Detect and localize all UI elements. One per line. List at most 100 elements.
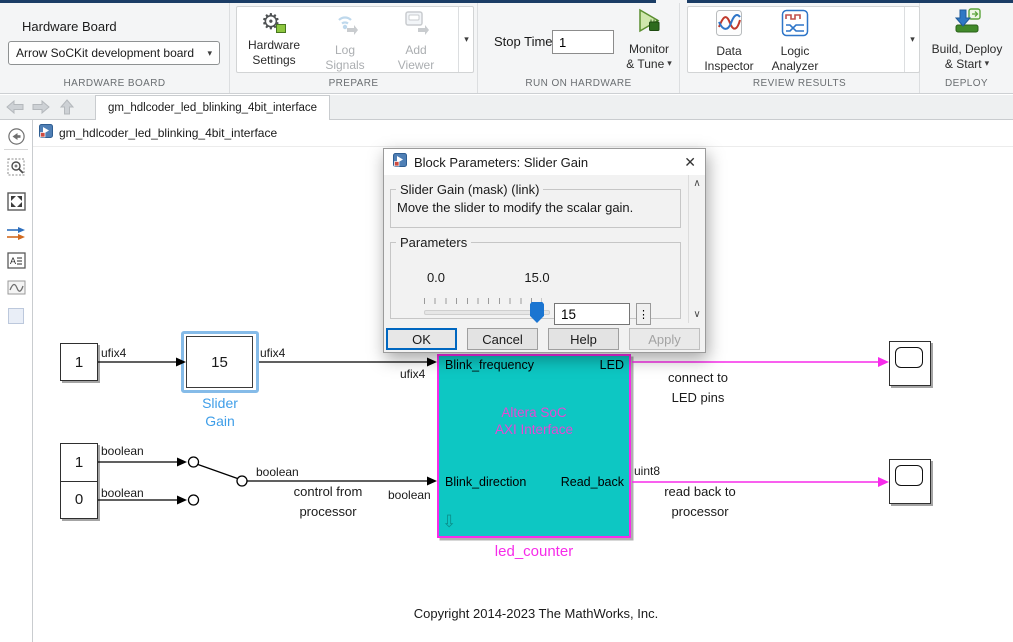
subsystem-name-label: led_counter <box>437 542 631 562</box>
data-inspector-button[interactable]: Data Inspector <box>695 9 763 73</box>
button-label-line: & Tune <box>626 57 664 72</box>
logic-analyzer-button[interactable]: Logic Analyzer <box>761 9 829 73</box>
model-tab-bar: gm_hdlcoder_led_blinking_4bit_interface <box>0 95 1013 120</box>
mask-description: Move the slider to modify the scalar gai… <box>391 197 680 215</box>
slider-ticks <box>424 298 542 304</box>
section-review-results: Data Inspector Logic Analyzer <box>680 3 920 93</box>
signal-type-label: uint8 <box>634 464 660 478</box>
hardware-board-select[interactable]: Arrow SoCKit development board ▾ <box>8 41 220 65</box>
block-parameters-dialog: Block Parameters: Slider Gain ✕ Slider G… <box>383 148 706 353</box>
button-label-line: Analyzer <box>772 59 819 74</box>
signal-type-label: boolean <box>101 444 144 458</box>
toolstrip: Hardware Board Arrow SoCKit development … <box>0 0 1013 94</box>
parameters-group: Parameters 0.0 15.0 ⋮ <box>390 235 681 319</box>
constant-block-ufix4[interactable]: 1 <box>60 343 98 381</box>
help-button[interactable]: Help <box>548 328 619 350</box>
subsystem-arrow-icon[interactable]: ⇩ <box>442 512 456 532</box>
add-viewer-button[interactable]: Add Viewer <box>383 9 449 72</box>
chevron-down-icon: ▾ <box>667 59 672 68</box>
boolean-constants-block[interactable]: 1 0 <box>60 443 98 519</box>
button-label-line: Monitor <box>629 42 669 57</box>
annotation-control: control fromprocessor <box>268 482 388 522</box>
logic-analyzer-icon <box>781 9 809 42</box>
forward-button[interactable] <box>32 100 50 119</box>
scroll-down-icon[interactable]: ∨ <box>689 309 705 320</box>
chevron-down-icon: ▾ <box>985 59 990 68</box>
gain-display-value: 15 <box>211 354 228 371</box>
button-label-line: Build, Deploy <box>932 42 1003 57</box>
monitor-tune-icon <box>635 7 663 40</box>
section-label-review-results: REVIEW RESULTS <box>680 78 919 89</box>
gain-slider-thumb[interactable] <box>530 302 544 323</box>
constant-value: 1 <box>75 354 83 371</box>
apply-button[interactable]: Apply <box>629 328 700 350</box>
button-label-line: Logic <box>781 44 810 59</box>
scope-block-readback[interactable] <box>889 459 931 504</box>
led-counter-subsystem[interactable]: Blink_frequency LED Blink_direction Read… <box>437 354 631 538</box>
prepare-gallery-arrow[interactable]: ▾ <box>458 7 474 72</box>
section-label-deploy: DEPLOY <box>920 78 1013 89</box>
section-run-on-hardware: Stop Time Monitor & Tune▾ RUN ON HARDWAR… <box>478 3 680 93</box>
copyright-annotation: Copyright 2014-2023 The MathWorks, Inc. <box>380 604 692 624</box>
manual-switch[interactable] <box>185 453 250 508</box>
hardware-settings-button[interactable]: ⚙ Hardware Settings <box>240 9 308 67</box>
cancel-button[interactable]: Cancel <box>467 328 538 350</box>
build-deploy-button[interactable]: Build, Deploy & Start▾ <box>928 7 1006 71</box>
scope-block-led[interactable] <box>889 341 931 386</box>
fit-to-view-tool[interactable] <box>7 192 26 216</box>
log-signals-button[interactable]: Log Signals <box>312 9 378 72</box>
hide-browser-button[interactable] <box>8 128 25 150</box>
signal-type-label: boolean <box>256 465 299 479</box>
port-label-blink-direction: Blink_direction <box>445 475 526 489</box>
up-button[interactable] <box>60 99 74 120</box>
zoom-region-tool[interactable] <box>7 158 26 182</box>
signal-type-label: boolean <box>101 486 144 500</box>
button-label-line: Hardware <box>248 38 300 53</box>
slider-gain-label: SliderGain <box>181 394 259 430</box>
close-icon[interactable]: ✕ <box>684 154 696 171</box>
section-label-prepare: PREPARE <box>230 78 477 89</box>
tab-model[interactable]: gm_hdlcoder_led_blinking_4bit_interface <box>95 95 330 120</box>
chevron-down-icon: ▾ <box>910 35 915 44</box>
button-label-line: Add <box>405 43 426 58</box>
mask-description-group: Slider Gain (mask) (link) Move the slide… <box>390 182 681 228</box>
signal-routing-tool[interactable] <box>6 226 26 246</box>
port-label-blink-frequency: Blink_frequency <box>445 358 534 372</box>
prepare-group: ⚙ Hardware Settings <box>236 6 474 73</box>
hardware-board-label: Hardware Board <box>22 19 117 34</box>
monitor-tune-button[interactable]: Monitor & Tune▾ <box>620 7 678 71</box>
gain-value-input[interactable] <box>554 303 630 325</box>
chip-icon <box>276 24 286 33</box>
signal-type-label: ufix4 <box>101 346 126 360</box>
scroll-up-icon[interactable]: ∧ <box>689 178 705 189</box>
ok-button[interactable]: OK <box>386 328 457 350</box>
subsystem-title: Altera SoCAXI Interface <box>439 404 629 438</box>
review-gallery-arrow[interactable]: ▾ <box>904 7 920 72</box>
slider-gain-block[interactable]: 15 <box>186 336 253 388</box>
area-tool[interactable] <box>8 308 24 324</box>
dialog-scrollbar[interactable]: ∧ ∨ <box>688 175 705 323</box>
breadcrumb: gm_hdlcoder_led_blinking_4bit_interface <box>33 120 1013 147</box>
palette-divider <box>4 149 28 150</box>
button-label-line: Signals <box>325 58 364 73</box>
gain-options-button[interactable]: ⋮ <box>636 303 651 325</box>
button-label-line: Data <box>716 44 741 59</box>
back-button[interactable] <box>6 100 24 119</box>
simulink-model-icon <box>393 153 407 172</box>
mask-title: Slider Gain (mask) (link) <box>396 182 543 197</box>
gear-icon: ⚙ <box>261 9 287 36</box>
stop-time-input[interactable] <box>552 30 614 54</box>
review-group: Data Inspector Logic Analyzer <box>687 6 920 73</box>
viewer-tool[interactable] <box>7 280 26 300</box>
port-label-read-back: Read_back <box>561 475 624 489</box>
section-label-hardware-board: HARDWARE BOARD <box>0 78 229 89</box>
scope-screen <box>895 465 923 486</box>
dialog-titlebar[interactable]: Block Parameters: Slider Gain ✕ <box>384 149 705 175</box>
breadcrumb-model-name[interactable]: gm_hdlcoder_led_blinking_4bit_interface <box>59 126 277 140</box>
signal-type-label: ufix4 <box>400 367 425 381</box>
constant-zero: 0 <box>61 482 97 519</box>
hardware-board-value: Arrow SoCKit development board <box>16 46 194 60</box>
log-signals-icon <box>331 9 359 41</box>
annotation-tool[interactable]: A <box>7 252 26 274</box>
build-deploy-icon <box>952 7 982 40</box>
